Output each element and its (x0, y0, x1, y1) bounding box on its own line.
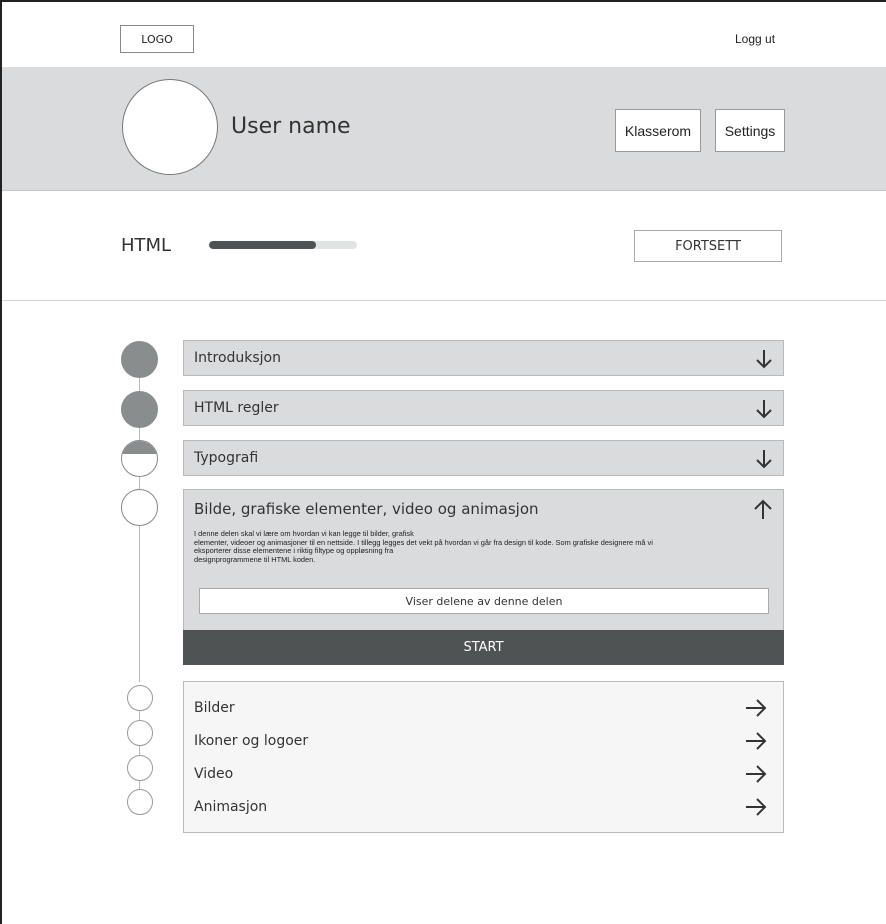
timeline-dot-small (127, 755, 153, 781)
arrow-right-icon[interactable] (744, 795, 768, 819)
list-item[interactable]: Bilder (194, 700, 235, 716)
module-label: Introduksjon (194, 350, 281, 366)
avatar[interactable] (122, 79, 218, 175)
start-button[interactable]: START (183, 630, 784, 665)
module-expanded: Bilde, grafiske elementer, video og anim… (183, 489, 784, 665)
module-description: I denne delen skal vi lære om hvordan vi… (194, 529, 779, 564)
module-introduksjon[interactable]: Introduksjon (183, 340, 784, 376)
continue-button[interactable]: FORTSETT (634, 230, 782, 262)
username: User name (231, 114, 351, 139)
timeline-dot-current (121, 489, 158, 526)
show-parts-field[interactable]: Viser delene av denne delen (199, 588, 769, 614)
description-line: designprogrammene til HTML koden. (194, 554, 316, 564)
module-label: Typografi (194, 450, 259, 466)
timeline-dot-complete (121, 341, 158, 378)
subsection-list: Bilder Ikoner og logoer Video Animasjon (183, 681, 784, 833)
list-item[interactable]: Video (194, 766, 233, 782)
settings-button[interactable]: Settings (715, 109, 785, 152)
module-label[interactable]: Bilde, grafiske elementer, video og anim… (194, 500, 539, 518)
logout-link[interactable]: Logg ut (735, 32, 775, 46)
logo[interactable]: LOGO (120, 25, 194, 53)
module-html-regler[interactable]: HTML regler (183, 390, 784, 426)
course-title: HTML (121, 235, 172, 256)
course-progress-section: HTML FORTSETT (2, 191, 886, 301)
arrow-up-icon[interactable] (751, 497, 775, 521)
list-item[interactable]: Animasjon (194, 799, 267, 815)
arrow-down-icon[interactable] (753, 348, 775, 370)
progress-bar (209, 241, 357, 249)
arrow-right-icon[interactable] (744, 729, 768, 753)
timeline-dot-small (127, 720, 153, 746)
list-item[interactable]: Ikoner og logoer (194, 733, 308, 749)
arrow-down-icon[interactable] (753, 448, 775, 470)
arrow-right-icon[interactable] (744, 696, 768, 720)
timeline-dot-complete (121, 391, 158, 428)
arrow-right-icon[interactable] (744, 762, 768, 786)
module-typografi[interactable]: Typografi (183, 440, 784, 476)
arrow-down-icon[interactable] (753, 398, 775, 420)
timeline-dot-small (127, 789, 153, 815)
module-label: HTML regler (194, 400, 279, 416)
timeline-dot-small (127, 685, 153, 711)
timeline-dot-partial (121, 440, 158, 477)
progress-bar-fill (209, 241, 316, 249)
classroom-button[interactable]: Klasserom (615, 109, 701, 152)
profile-header: User name Klasserom Settings (2, 67, 886, 191)
